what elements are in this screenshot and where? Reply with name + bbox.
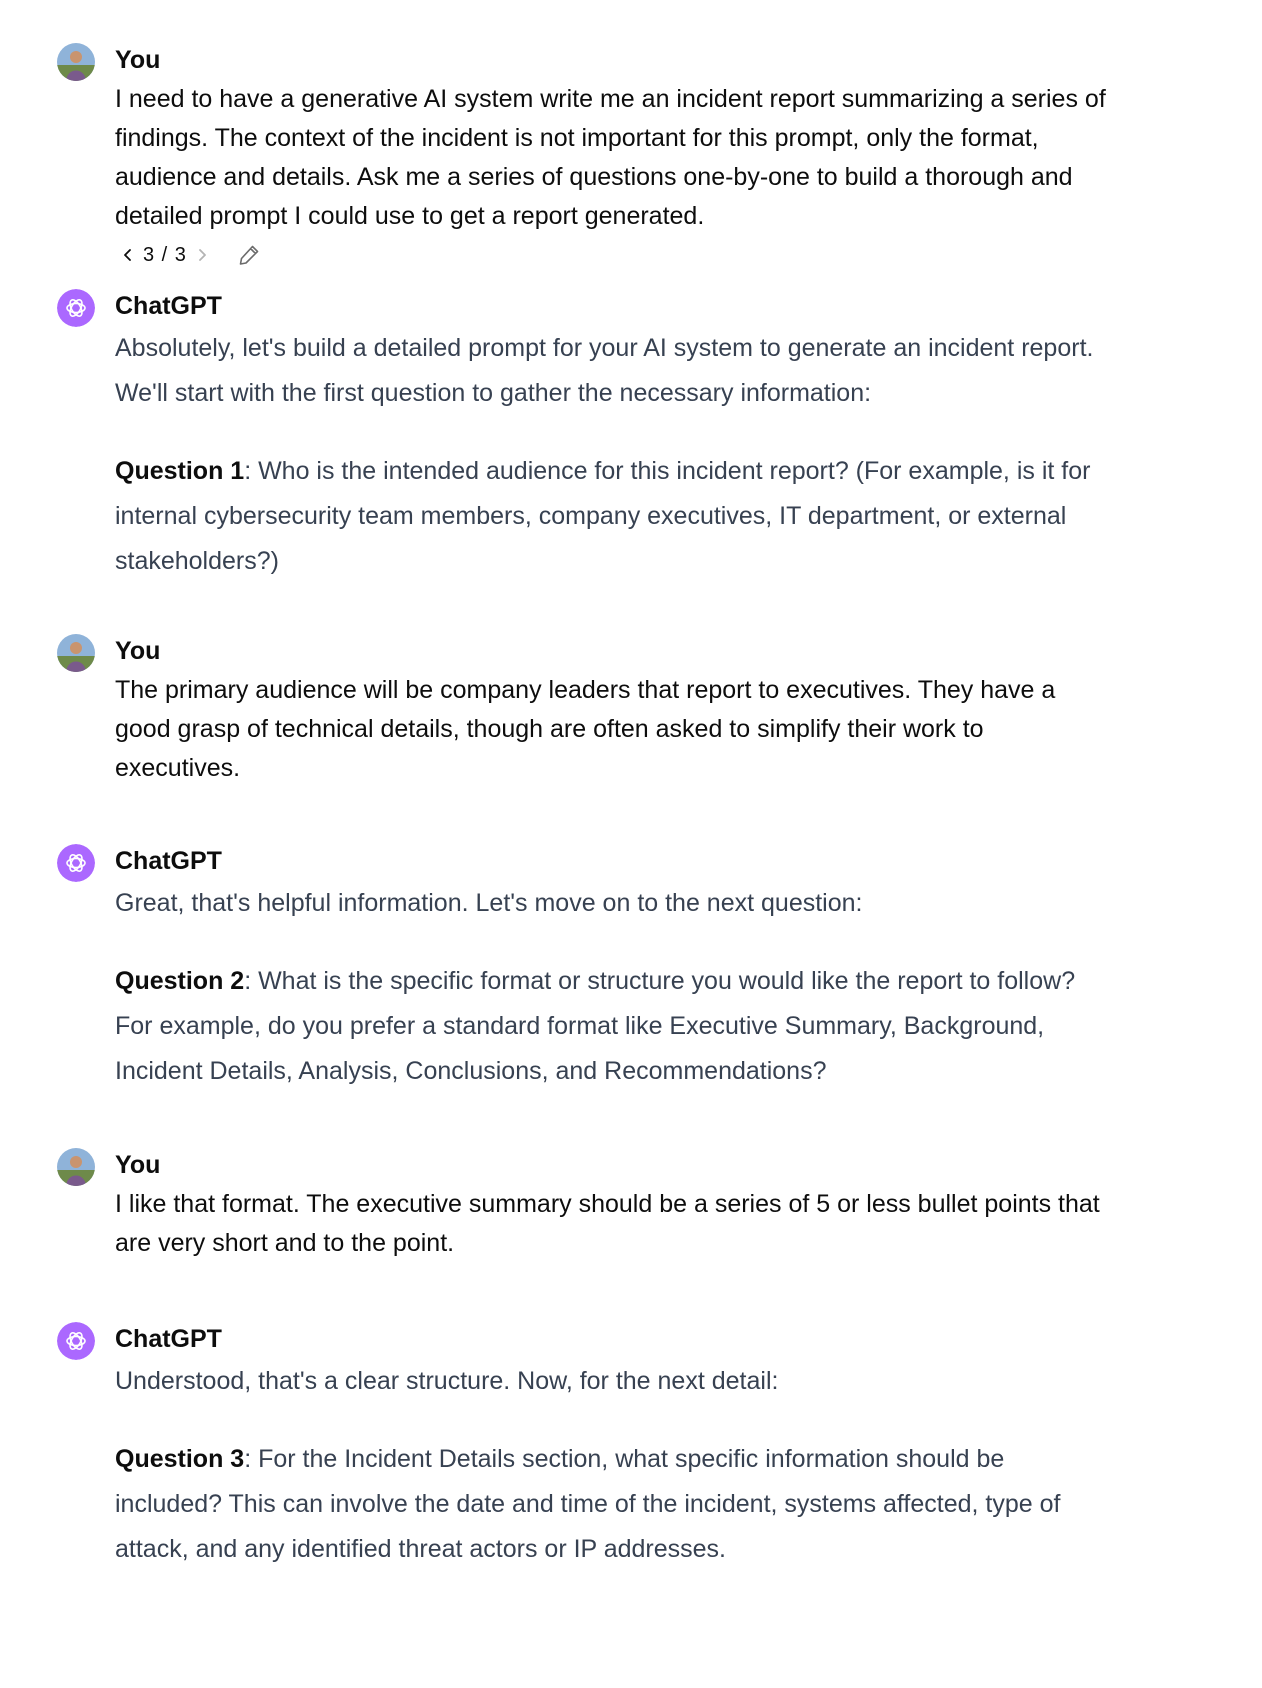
openai-logo-icon	[57, 289, 95, 327]
response-pager: 3 / 3	[117, 237, 261, 273]
openai-logo-icon	[57, 1322, 95, 1360]
openai-logo-icon	[57, 844, 95, 882]
author-name: ChatGPT	[115, 1325, 222, 1353]
author-name: ChatGPT	[115, 847, 222, 875]
question-paragraph: Question 1: Who is the intended audience…	[115, 449, 1115, 584]
user-avatar	[57, 43, 95, 81]
author-name: ChatGPT	[115, 292, 222, 320]
question-label: Question 2	[115, 967, 245, 995]
message-text: I like that format. The executive summar…	[115, 1190, 1100, 1257]
message-text: Absolutely, let's build a detailed promp…	[115, 326, 1115, 584]
pencil-icon[interactable]	[237, 243, 261, 267]
author-name: You	[115, 637, 161, 665]
chevron-left-icon[interactable]	[117, 244, 139, 266]
chevron-right-icon[interactable]	[191, 244, 213, 266]
message-text: Understood, that's a clear structure. No…	[115, 1359, 1115, 1572]
question-text: : Who is the intended audience for this …	[115, 457, 1091, 575]
question-paragraph: Question 3: For the Incident Details sec…	[115, 1437, 1115, 1572]
question-paragraph: Question 2: What is the specific format …	[115, 959, 1115, 1094]
intro-text: Absolutely, let's build a detailed promp…	[115, 334, 1094, 407]
message-text: I need to have a generative AI system wr…	[115, 85, 1106, 230]
intro-text: Understood, that's a clear structure. No…	[115, 1367, 779, 1395]
author-name: You	[115, 1151, 161, 1179]
question-text: : What is the specific format or structu…	[115, 967, 1076, 1085]
question-text: : For the Incident Details section, what…	[115, 1445, 1061, 1563]
intro-text: Great, that's helpful information. Let's…	[115, 889, 863, 917]
message-text: The primary audience will be company lea…	[115, 676, 1056, 782]
question-label: Question 1	[115, 457, 245, 485]
user-avatar	[57, 634, 95, 672]
user-avatar	[57, 1148, 95, 1186]
author-name: You	[115, 46, 161, 74]
question-label: Question 3	[115, 1445, 245, 1473]
message-text: Great, that's helpful information. Let's…	[115, 881, 1115, 1094]
pager-count: 3 / 3	[143, 243, 187, 266]
